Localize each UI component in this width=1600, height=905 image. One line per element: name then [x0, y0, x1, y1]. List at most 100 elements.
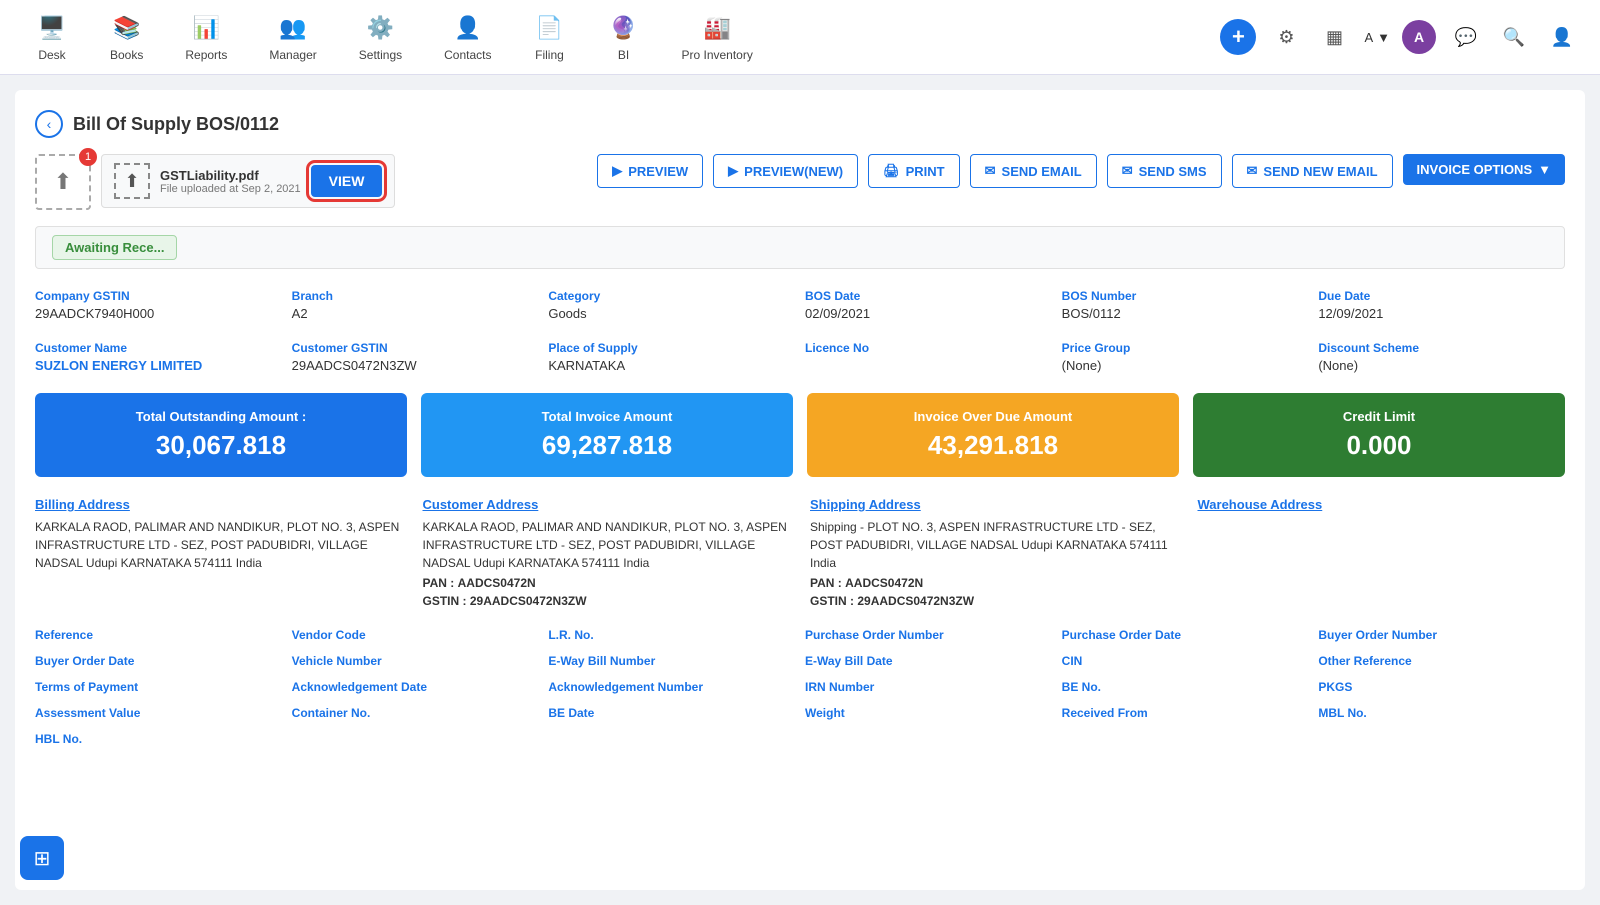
gear-button[interactable]: ⚙: [1268, 19, 1304, 55]
card-total-outstanding: Total Outstanding Amount : 30,067.818: [35, 393, 407, 477]
nav-items: 🖥️ Desk 📚 Books 📊 Reports 👥 Manager ⚙️ S…: [20, 4, 1220, 70]
acknowledgement-date-label: Acknowledgement Date: [292, 680, 539, 694]
lr-no-label: L.R. No.: [548, 628, 795, 642]
field-bos-date: BOS Date 02/09/2021: [805, 289, 1052, 321]
file-icon: ⬆: [114, 163, 150, 199]
e-way-bill-date-label: E-Way Bill Date: [805, 654, 1052, 668]
invoice-options-dropdown-icon: ▼: [1538, 162, 1551, 177]
send-new-email-button[interactable]: ✉ SEND NEW EMAIL: [1232, 154, 1393, 188]
invoice-options-button[interactable]: INVOICE OPTIONS ▼: [1403, 154, 1565, 185]
nav-item-contacts[interactable]: 👤 Contacts: [428, 4, 507, 70]
nav-label-books: Books: [110, 48, 143, 62]
purchase-order-date-label: Purchase Order Date: [1062, 628, 1309, 642]
buyer-order-number-label: Buyer Order Number: [1318, 628, 1565, 642]
back-button[interactable]: ‹: [35, 110, 63, 138]
warehouse-address-block: Warehouse Address: [1198, 497, 1566, 608]
print-button[interactable]: 🖨 PRINT: [868, 154, 960, 188]
address-section: Billing Address KARKALA RAOD, PALIMAR AN…: [35, 497, 1565, 608]
title-row: ‹ Bill Of Supply BOS/0112: [35, 110, 1565, 138]
nav-item-filing[interactable]: 📄 Filing: [517, 4, 581, 70]
customer-address-pan: PAN : AADCS0472N: [423, 576, 791, 590]
field-customer-gstin: Customer GSTIN 29AADCS0472N3ZW: [292, 341, 539, 373]
discount-scheme-value: (None): [1318, 358, 1565, 373]
send-sms-button[interactable]: ✉ SEND SMS: [1107, 154, 1222, 188]
warehouse-address-link[interactable]: Warehouse Address: [1198, 497, 1566, 512]
customer-name-value[interactable]: SUZLON ENERGY LIMITED: [35, 358, 282, 373]
acknowledgement-number-label: Acknowledgement Number: [548, 680, 795, 694]
send-email-button[interactable]: ✉ SEND EMAIL: [970, 154, 1097, 188]
card-overdue: Invoice Over Due Amount 43,291.818: [807, 393, 1179, 477]
search-icon[interactable]: 🔍: [1496, 19, 1532, 55]
reference-label: Reference: [35, 628, 282, 642]
nav-item-reports[interactable]: 📊 Reports: [169, 4, 243, 70]
desk-icon: 🖥️: [36, 12, 68, 44]
add-button[interactable]: +: [1220, 19, 1256, 55]
customer-address-gstin: GSTIN : 29AADCS0472N3ZW: [423, 594, 791, 608]
profile-icon[interactable]: 👤: [1544, 19, 1580, 55]
ref-grid: ReferenceVendor CodeL.R. No.Purchase Ord…: [35, 628, 1565, 746]
user-label[interactable]: A ▼: [1364, 30, 1390, 45]
nav-item-desk[interactable]: 🖥️ Desk: [20, 4, 84, 70]
card-credit-value: 0.000: [1213, 430, 1545, 461]
card-overdue-value: 43,291.818: [827, 430, 1159, 461]
licence-no-label: Licence No: [805, 341, 1052, 355]
field-received-from: Received From: [1062, 706, 1309, 720]
upload-badge: 1: [79, 148, 97, 166]
main-content: ‹ Bill Of Supply BOS/0112 ⬆ 1 ⬆ GSTLiabi…: [15, 90, 1585, 890]
nav-item-books[interactable]: 📚 Books: [94, 4, 159, 70]
billing-address-link[interactable]: Billing Address: [35, 497, 403, 512]
shipping-address-gstin: GSTIN : 29AADCS0472N3ZW: [810, 594, 1178, 608]
view-button[interactable]: VIEW: [311, 165, 383, 197]
shipping-address-link[interactable]: Shipping Address: [810, 497, 1178, 512]
field-other-reference: Other Reference: [1318, 654, 1565, 668]
upload-button[interactable]: ⬆ 1: [35, 154, 91, 210]
send-email-icon: ✉: [985, 163, 996, 179]
field-grid-row2: Customer Name SUZLON ENERGY LIMITED Cust…: [35, 341, 1565, 373]
field-licence-no: Licence No: [805, 341, 1052, 373]
card-credit-limit: Credit Limit 0.000: [1193, 393, 1565, 477]
summary-cards: Total Outstanding Amount : 30,067.818 To…: [35, 393, 1565, 477]
other-reference-label: Other Reference: [1318, 654, 1565, 668]
actions-row: ⬆ 1 ⬆ GSTLiability.pdf File uploaded at …: [35, 154, 1565, 210]
print-icon: 🖨: [883, 163, 900, 179]
nav-item-bi[interactable]: 🔮 BI: [591, 4, 655, 70]
nav-label-contacts: Contacts: [444, 48, 491, 62]
preview-new-button[interactable]: ▶ PREVIEW(NEW): [713, 154, 858, 188]
avatar[interactable]: A: [1402, 20, 1436, 54]
customer-address-link[interactable]: Customer Address: [423, 497, 791, 512]
user-dropdown-icon: ▼: [1377, 30, 1390, 45]
upload-icon: ⬆: [54, 169, 72, 195]
card-invoice-title: Total Invoice Amount: [441, 409, 773, 424]
field-price-group: Price Group (None): [1062, 341, 1309, 373]
field-irn-number: IRN Number: [805, 680, 1052, 694]
status-bar: Awaiting Rece...: [35, 226, 1565, 269]
company-gstin-label: Company GSTIN: [35, 289, 282, 303]
nav-item-pro-inventory[interactable]: 🏭 Pro Inventory: [665, 4, 768, 70]
nav-item-settings[interactable]: ⚙️ Settings: [343, 4, 418, 70]
customer-gstin-label: Customer GSTIN: [292, 341, 539, 355]
card-outstanding-title: Total Outstanding Amount :: [55, 409, 387, 424]
vehicle-number-label: Vehicle Number: [292, 654, 539, 668]
notification-icon[interactable]: 💬: [1448, 19, 1484, 55]
field-buyer-order-date: Buyer Order Date: [35, 654, 282, 668]
invoice-options-label: INVOICE OPTIONS: [1417, 162, 1533, 177]
nav-label-reports: Reports: [185, 48, 227, 62]
field-company-gstin: Company GSTIN 29AADCK7940H000: [35, 289, 282, 321]
preview-button[interactable]: ▶ PREVIEW: [597, 154, 703, 188]
field-cin: CIN: [1062, 654, 1309, 668]
billing-address-text: KARKALA RAOD, PALIMAR AND NANDIKUR, PLOT…: [35, 518, 403, 572]
card-invoice-value: 69,287.818: [441, 430, 773, 461]
card-credit-title: Credit Limit: [1213, 409, 1545, 424]
bottom-widget[interactable]: ⊞: [20, 836, 64, 880]
be-no-label: BE No.: [1062, 680, 1309, 694]
field-lr-no: L.R. No.: [548, 628, 795, 642]
nav-item-manager[interactable]: 👥 Manager: [253, 4, 332, 70]
terms-of-payment-label: Terms of Payment: [35, 680, 282, 694]
nav-right: + ⚙ ▦ A ▼ A 💬 🔍 👤: [1220, 19, 1580, 55]
grid-button[interactable]: ▦: [1316, 19, 1352, 55]
field-bos-number: BOS Number BOS/0112: [1062, 289, 1309, 321]
licence-no-value: [805, 358, 1052, 373]
status-badge: Awaiting Rece...: [52, 235, 177, 260]
card-overdue-title: Invoice Over Due Amount: [827, 409, 1159, 424]
hbl-no-label: HBL No.: [35, 732, 282, 746]
